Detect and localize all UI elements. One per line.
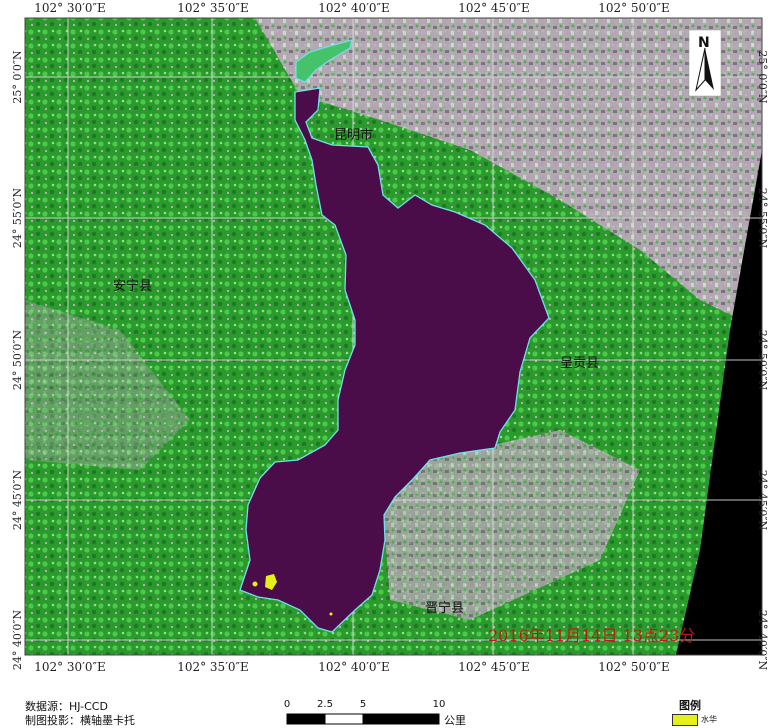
scale-bar <box>286 713 440 725</box>
legend-label-bloom: 水华 <box>701 715 717 724</box>
legend-title: 图例 <box>679 699 701 712</box>
lat-label-left: 24° 55′0″N <box>11 187 24 249</box>
place-label-anning: 安宁县 <box>113 279 153 294</box>
lon-label-bottom: 102° 45′0″E <box>458 660 530 674</box>
scale-unit-label: 公里 <box>444 714 466 727</box>
lat-label-right: 24° 50′0″N <box>756 329 769 391</box>
lon-label-top: 102° 45′0″E <box>458 1 530 15</box>
lon-label-bottom: 102° 40′0″E <box>318 660 390 674</box>
legend-swatch-bloom <box>672 714 698 726</box>
lon-label-bottom: 102° 30′0″E <box>34 660 106 674</box>
lon-label-top: 102° 50′0″E <box>598 1 670 15</box>
place-label-jinning: 晋宁县 <box>425 601 465 616</box>
place-label-kunming: 昆明市 <box>334 128 374 143</box>
lat-label-left: 25° 0′0″N <box>11 50 24 104</box>
lon-label-top: 102° 35′0″E <box>177 1 249 15</box>
lat-label-right: 24° 40′0″N <box>756 609 769 671</box>
lat-label-left: 24° 50′0″N <box>11 329 24 391</box>
north-arrow-label: N <box>698 35 710 51</box>
lon-label-top: 102° 30′0″E <box>34 1 106 15</box>
lon-label-bottom: 102° 35′0″E <box>177 660 249 674</box>
scale-tick-label: 5 <box>359 699 367 710</box>
lat-label-left: 24° 45′0″N <box>11 469 24 531</box>
scale-tick-label: 0 <box>283 699 291 710</box>
scale-tick-label: 10 <box>432 699 446 710</box>
map-canvas <box>24 17 763 725</box>
lat-label-right: 24° 55′0″N <box>756 187 769 249</box>
acquisition-timestamp: 2016年11月14日 13点23分 <box>488 626 696 645</box>
lon-label-top: 102° 40′0″E <box>318 1 390 15</box>
projection-label: 制图投影：横轴墨卡托 <box>25 714 135 727</box>
lat-label-right: 25° 0′0″N <box>756 50 769 104</box>
lat-label-left: 24° 40′0″N <box>11 609 24 671</box>
scale-tick-label: 2.5 <box>317 699 333 710</box>
place-label-chenggong: 呈贡县 <box>560 356 600 371</box>
lat-label-right: 24° 45′0″N <box>756 469 769 531</box>
lon-label-bottom: 102° 50′0″E <box>598 660 670 674</box>
